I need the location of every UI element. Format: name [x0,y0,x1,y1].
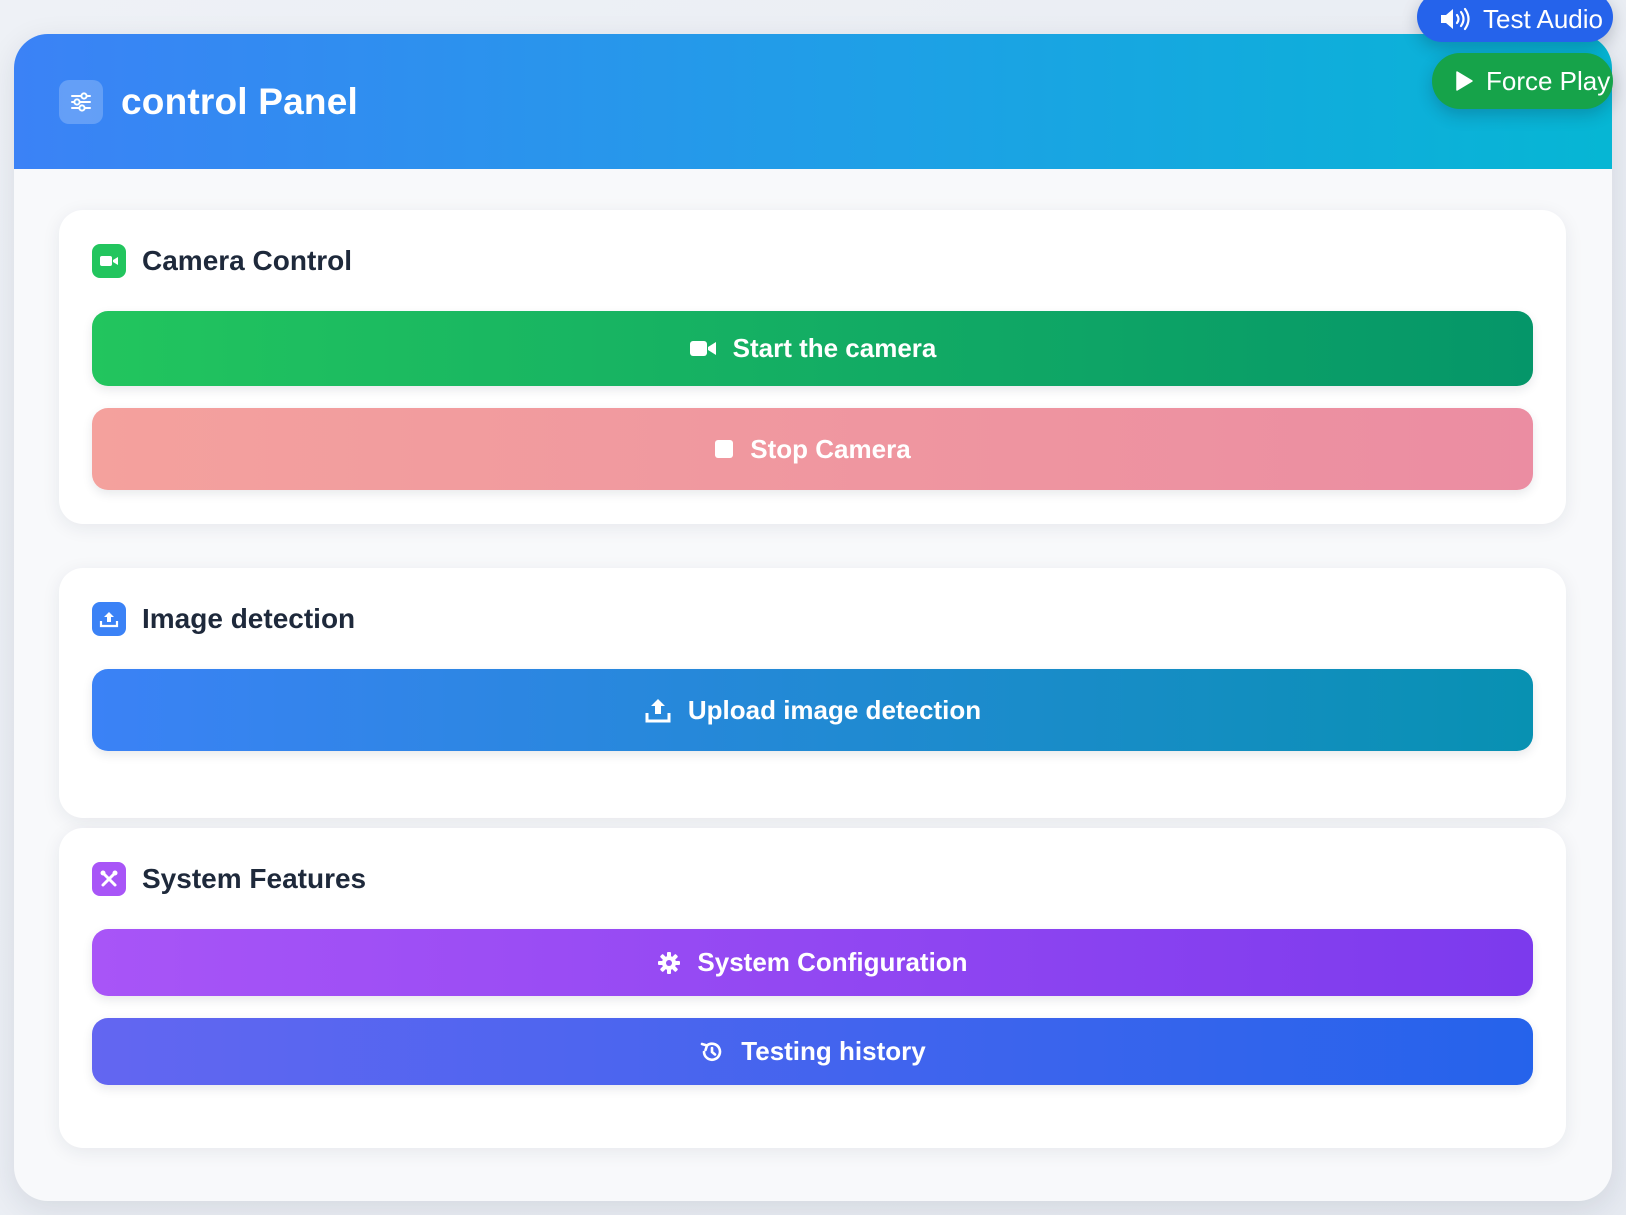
video-camera-icon [92,244,126,278]
camera-control-card: Camera Control Start the camera Stop Cam… [59,210,1566,524]
force-play-button[interactable]: Force Play [1432,53,1613,109]
video-camera-icon [689,339,717,358]
system-configuration-label: System Configuration [697,947,968,977]
camera-control-title: Camera Control [142,245,353,276]
start-camera-label: Start the camera [732,333,937,363]
system-features-heading: System Features [92,862,366,896]
upload-icon [644,696,672,724]
image-detection-title: Image detection [142,603,356,634]
image-detection-heading: Image detection [92,602,355,636]
stop-icon [714,439,734,459]
speaker-icon [1439,7,1471,31]
sliders-icon [59,79,103,124]
start-camera-button[interactable]: Start the camera [92,311,1533,386]
system-features-title: System Features [142,863,367,894]
page-title: control Panel [121,80,358,122]
control-panel: control Panel Camera Control Start the c… [14,34,1612,1201]
gear-icon [657,951,681,975]
upload-icon [92,602,126,636]
system-configuration-button[interactable]: System Configuration [92,929,1533,996]
tools-icon [92,862,126,896]
system-features-card: System Features System Configuration Tes… [59,828,1566,1148]
upload-image-detection-button[interactable]: Upload image detection [92,669,1533,751]
image-detection-card: Image detection Upload image detection [59,568,1566,818]
force-play-label: Force Play [1486,65,1611,96]
camera-control-heading: Camera Control [92,244,352,278]
upload-image-detection-label: Upload image detection [687,694,982,725]
testing-history-button[interactable]: Testing history [92,1018,1533,1085]
play-icon [1454,70,1474,92]
stop-camera-label: Stop Camera [750,433,911,464]
testing-history-label: Testing history [741,1036,926,1066]
stop-camera-button[interactable]: Stop Camera [92,408,1533,490]
panel-header: control Panel [14,34,1612,169]
history-icon [699,1039,725,1065]
test-audio-label: Test Audio [1483,3,1603,34]
test-audio-button[interactable]: Test Audio [1417,0,1613,42]
